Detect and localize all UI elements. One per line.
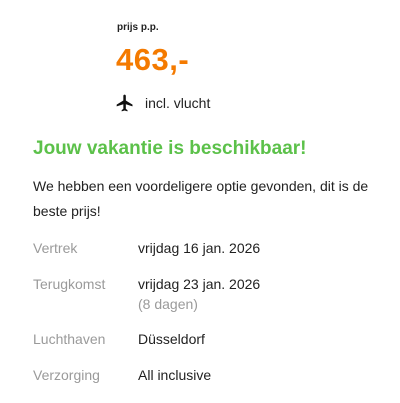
detail-value: Düsseldorf [138, 331, 205, 347]
flight-included-text: incl. vlucht [145, 95, 211, 111]
price-value: 463,- [116, 42, 190, 77]
detail-value: vrijdag 23 jan. 2026 [138, 276, 261, 292]
detail-row-return: Terugkomst vrijdag 23 jan. 2026 (8 dagen… [33, 276, 260, 312]
detail-value: vrijdag 16 jan. 2026 [138, 240, 261, 256]
availability-headline: Jouw vakantie is beschikbaar! [33, 138, 307, 159]
availability-description: We hebben een voordeligere optie gevonde… [33, 178, 369, 219]
detail-row-airport: Luchthaven Düsseldorf [33, 331, 205, 347]
price-label: prijs p.p. [117, 22, 159, 33]
detail-row-board: Verzorging All inclusive [33, 367, 211, 383]
detail-value: All inclusive [138, 367, 212, 383]
airplane-icon [115, 93, 135, 113]
flight-info: incl. vlucht [115, 92, 210, 114]
detail-label: Terugkomst [33, 276, 106, 292]
trip-duration: (8 dagen) [138, 296, 198, 312]
detail-label: Vertrek [33, 240, 78, 256]
detail-row-departure: Vertrek vrijdag 16 jan. 2026 [33, 240, 260, 256]
detail-label: Luchthaven [33, 331, 106, 347]
detail-label: Verzorging [33, 367, 100, 383]
